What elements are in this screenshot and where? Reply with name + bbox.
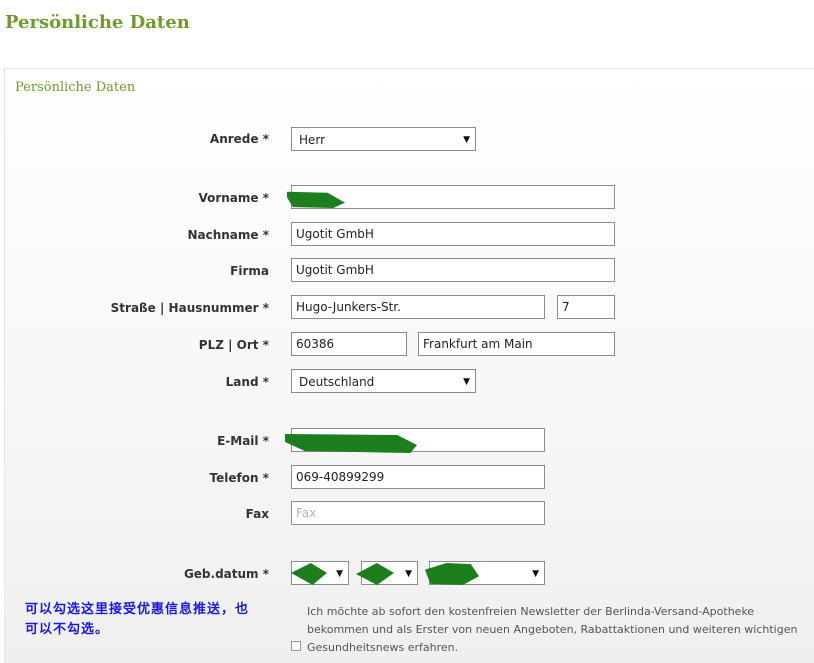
land-value: Deutschland — [299, 375, 375, 389]
panel-title: Persönliche Daten — [15, 80, 136, 95]
dropdown-arrow-icon: ▼ — [463, 135, 470, 145]
email-label: E-Mail * — [217, 434, 269, 448]
geburtsdatum-label: Geb.datum * — [183, 567, 269, 581]
land-select[interactable]: Deutschland ▼ — [291, 369, 476, 393]
land-label: Land * — [225, 375, 269, 389]
anrede-value: Herr — [299, 133, 326, 147]
dropdown-arrow-icon: ▼ — [532, 569, 539, 579]
firma-label: Firma — [230, 264, 269, 278]
firma-input[interactable]: Ugotit GmbH — [291, 258, 615, 282]
anrede-select[interactable]: Herr ▼ — [291, 127, 476, 151]
plz-ort-label: PLZ | Ort * — [198, 338, 269, 352]
house-number-input[interactable]: 7 — [557, 295, 615, 319]
dropdown-arrow-icon: ▼ — [336, 569, 343, 579]
annotation-note: 可以勾选这里接受优惠信息推送，也可以不勾选。 — [25, 602, 250, 637]
nachname-label: Nachname * — [187, 228, 269, 242]
nachname-input[interactable]: Ugotit GmbH — [291, 222, 615, 246]
telefon-input[interactable]: 069-40899299 — [291, 465, 545, 489]
anrede-label: Anrede * — [209, 132, 269, 146]
dropdown-arrow-icon: ▼ — [463, 377, 470, 387]
strasse-label: Straße | Hausnummer * — [110, 301, 269, 315]
vorname-label: Vorname * — [198, 191, 269, 205]
fax-label: Fax — [245, 507, 269, 521]
redaction-mark — [285, 434, 417, 453]
ort-input[interactable]: Frankfurt am Main — [418, 332, 615, 356]
vorname-input[interactable] — [291, 185, 615, 209]
street-input[interactable]: Hugo-Junkers-Str. — [291, 295, 545, 319]
page-title: Persönliche Daten — [5, 12, 190, 33]
newsletter-checkbox[interactable] — [291, 641, 301, 651]
fax-input[interactable]: Fax — [291, 501, 545, 525]
telefon-label: Telefon * — [209, 471, 269, 485]
dropdown-arrow-icon: ▼ — [405, 569, 412, 579]
plz-input[interactable]: 60386 — [291, 332, 407, 356]
newsletter-text: Ich möchte ab sofort den kostenfreien Ne… — [307, 605, 798, 654]
